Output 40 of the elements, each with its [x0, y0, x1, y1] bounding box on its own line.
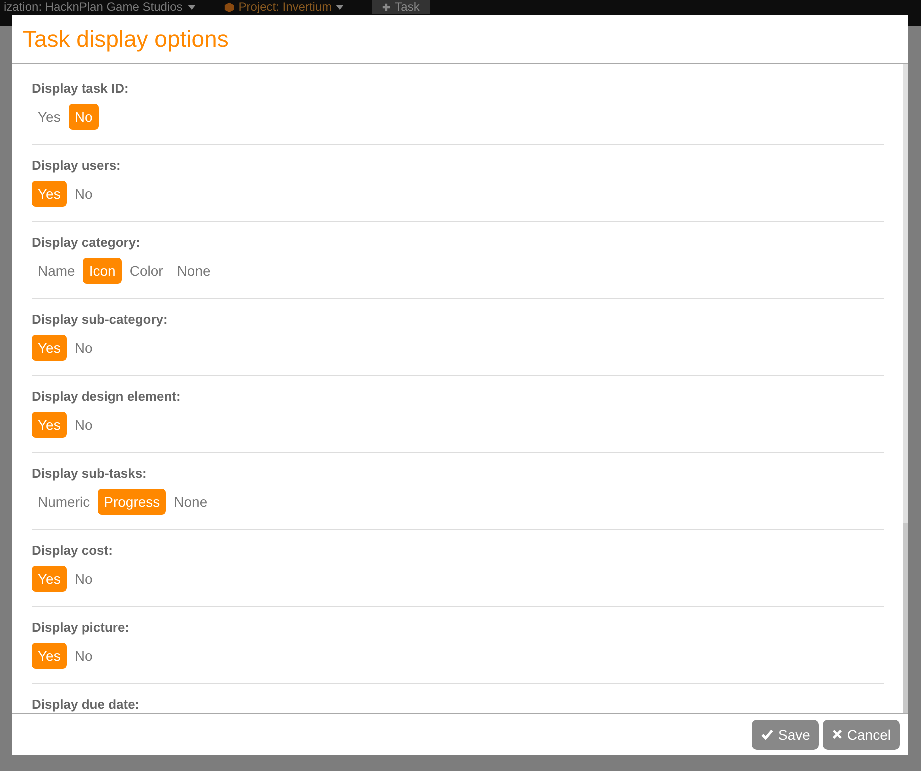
- option-toggle[interactable]: Progress: [98, 489, 166, 515]
- organization-menu[interactable]: ization: HacknPlan Game Studios: [4, 0, 196, 14]
- option-label: Display users:: [32, 158, 122, 173]
- option-toggle[interactable]: No: [68, 643, 99, 669]
- option-label: Display sub-category:: [32, 312, 169, 327]
- option-toggle[interactable]: Yes: [32, 104, 67, 130]
- option-toggle[interactable]: Icon: [83, 258, 122, 284]
- option-toggle[interactable]: No: [68, 566, 99, 592]
- close-icon: [832, 729, 844, 740]
- option-toggle[interactable]: Yes: [32, 566, 67, 592]
- plus-icon: [382, 2, 392, 12]
- option-label: Display design element:: [32, 389, 182, 404]
- option-label: Display picture:: [32, 620, 131, 635]
- option-label: Display sub-tasks:: [32, 466, 148, 481]
- save-button[interactable]: Save: [752, 720, 820, 750]
- option-label: Display cost:: [32, 543, 114, 558]
- option-toggle[interactable]: No: [68, 104, 99, 130]
- option-toggle[interactable]: Yes: [32, 181, 67, 207]
- caret-icon: [188, 4, 196, 10]
- option-label: Display task ID:: [32, 81, 130, 96]
- option-toggle[interactable]: Numeric: [32, 489, 96, 515]
- option-toggle[interactable]: Yes: [32, 335, 67, 361]
- option-toggle[interactable]: None: [168, 489, 214, 515]
- option-toggle[interactable]: Yes: [32, 643, 67, 669]
- option-toggle[interactable]: None: [171, 258, 217, 284]
- option-label: Display category:: [32, 235, 142, 250]
- option-toggle[interactable]: Yes: [32, 412, 67, 438]
- caret-icon: [336, 4, 344, 10]
- option-toggle[interactable]: No: [68, 335, 99, 361]
- dialog-title: Task display options: [23, 26, 229, 52]
- cancel-button[interactable]: Cancel: [823, 720, 900, 750]
- project-menu[interactable]: Project: Invertium: [224, 0, 344, 14]
- option-toggle[interactable]: No: [68, 181, 99, 207]
- option-toggle[interactable]: Color: [124, 258, 170, 284]
- option-toggle[interactable]: No: [68, 412, 99, 438]
- option-label: Display due date:: [32, 697, 141, 712]
- scrollbar[interactable]: [903, 64, 908, 713]
- option-toggle[interactable]: Name: [32, 258, 82, 284]
- new-task-button[interactable]: Task: [372, 0, 430, 14]
- check-icon: [761, 728, 774, 741]
